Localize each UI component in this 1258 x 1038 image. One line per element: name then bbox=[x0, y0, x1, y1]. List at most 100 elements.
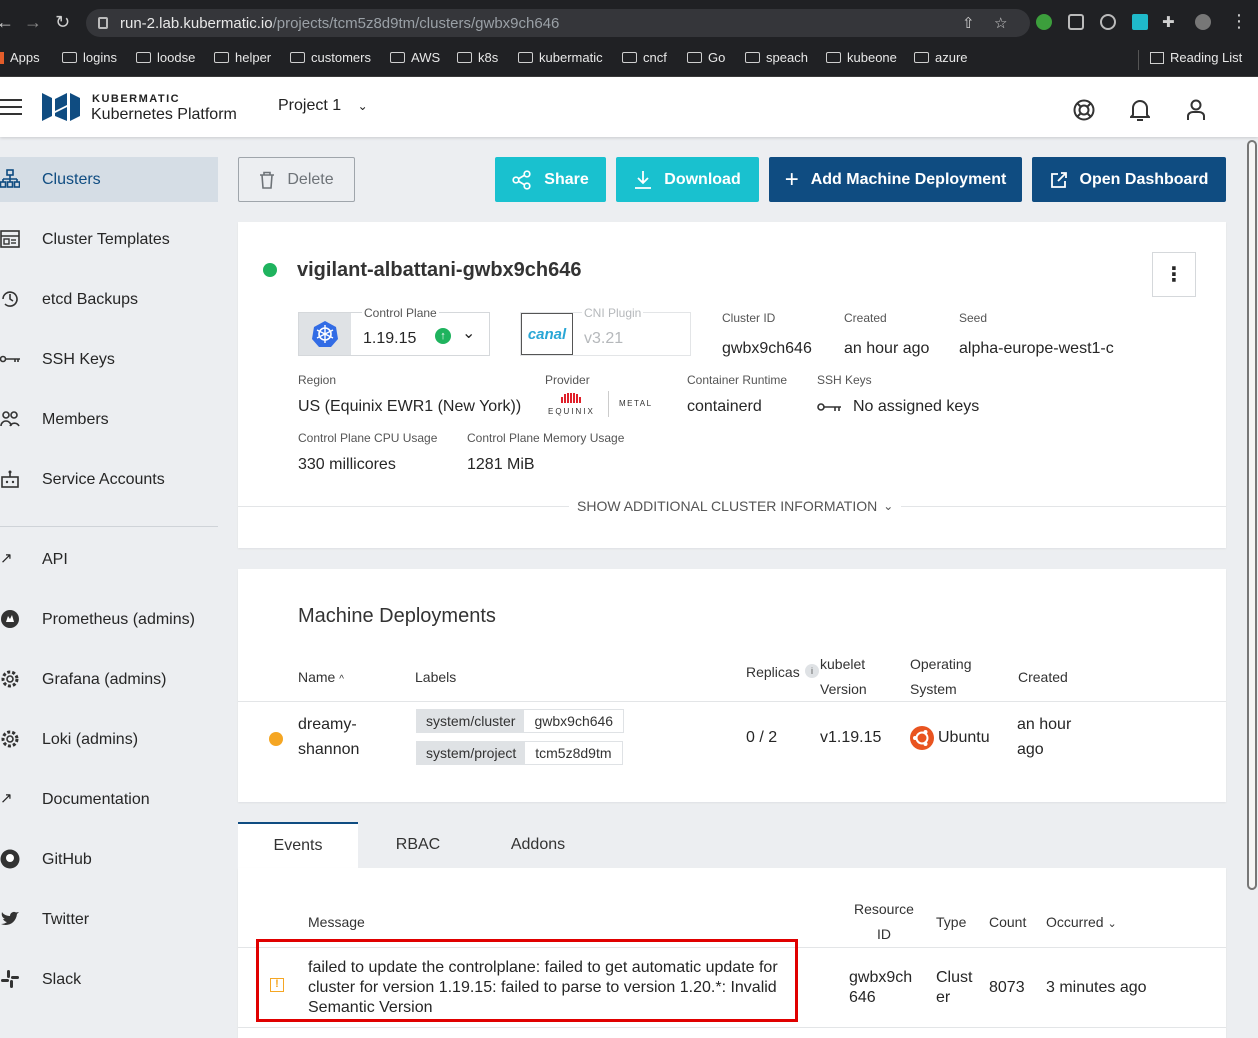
sidebar-item-cluster-templates[interactable]: Cluster Templates bbox=[0, 217, 218, 262]
url-path: /projects/tcm5z8d9tm/clusters/gwbx9ch646 bbox=[272, 14, 560, 32]
reading-list[interactable]: Reading List bbox=[1150, 50, 1242, 65]
sidebar-item-etcd-backups[interactable]: etcd Backups bbox=[0, 277, 218, 322]
power-extension-icon[interactable] bbox=[1100, 14, 1116, 30]
add-machine-deployment-button[interactable]: + Add Machine Deployment bbox=[769, 157, 1022, 202]
bookmark-star-icon[interactable]: ☆ bbox=[994, 14, 1007, 32]
label-chip: system/cluster gwbx9ch646 bbox=[416, 709, 625, 733]
bell-icon[interactable] bbox=[1130, 99, 1150, 121]
browser-toolbar: ← → ↻ run-2.lab.kubermatic.io/projects/t… bbox=[0, 0, 1258, 44]
save-extension-icon[interactable] bbox=[1132, 14, 1148, 30]
column-header-created: Created bbox=[1018, 669, 1068, 685]
bookmark-label: azure bbox=[935, 50, 968, 65]
bookmark-folder[interactable]: speach bbox=[745, 50, 808, 65]
extension-icon[interactable] bbox=[1036, 14, 1052, 30]
sidebar-label: GitHub bbox=[42, 850, 92, 868]
puzzle-icon[interactable]: ✚ bbox=[1162, 13, 1175, 31]
bookmark-apps[interactable]: Apps bbox=[0, 50, 40, 65]
sidebar-label: Members bbox=[42, 410, 109, 428]
project-selector[interactable]: Project 1 ⌄ bbox=[278, 97, 368, 115]
sidebar-link-documentation[interactable]: ↗ Documentation bbox=[0, 777, 218, 822]
kubernetes-logo-icon bbox=[299, 313, 351, 355]
kubermatic-logo-icon bbox=[42, 93, 80, 121]
brand-top: KUBERMATIC bbox=[92, 93, 181, 105]
scrollbar-thumb[interactable] bbox=[1247, 140, 1257, 890]
sidebar-link-slack[interactable]: Slack bbox=[0, 957, 218, 1002]
user-icon[interactable] bbox=[1186, 99, 1206, 121]
bookmark-folder[interactable]: azure bbox=[914, 50, 968, 65]
folder-icon bbox=[826, 52, 841, 63]
bookmark-folder[interactable]: cncf bbox=[622, 50, 667, 65]
created-label: Created bbox=[844, 311, 887, 325]
sidebar-item-members[interactable]: Members bbox=[0, 397, 218, 442]
sidebar-link-prometheus[interactable]: Prometheus (admins) bbox=[0, 597, 218, 642]
tab-events[interactable]: Events bbox=[238, 822, 358, 868]
column-header-occurred[interactable]: Occurred ⌄ bbox=[1046, 914, 1117, 930]
column-header-type: Type bbox=[936, 914, 967, 930]
bookmark-folder[interactable]: Go bbox=[687, 50, 725, 65]
sidebar-item-clusters[interactable]: Clusters bbox=[0, 157, 218, 202]
sort-ascending-icon: ^ bbox=[339, 674, 344, 685]
info-icon[interactable]: i bbox=[805, 664, 819, 678]
bookmark-folder[interactable]: logins bbox=[62, 50, 117, 65]
delete-button[interactable]: Delete bbox=[238, 157, 355, 202]
slack-icon bbox=[1, 970, 19, 988]
address-bar[interactable]: run-2.lab.kubermatic.io/projects/tcm5z8d… bbox=[86, 9, 1030, 37]
tab-rbac[interactable]: RBAC bbox=[358, 822, 478, 868]
bookmark-folder[interactable]: customers bbox=[290, 50, 371, 65]
help-lifebuoy-icon[interactable] bbox=[1073, 99, 1095, 121]
more-vert-icon: ⋮ bbox=[1164, 264, 1184, 286]
sidebar-label: Prometheus (admins) bbox=[42, 610, 195, 628]
forward-icon[interactable]: → bbox=[24, 12, 42, 33]
back-icon[interactable]: ← bbox=[0, 12, 14, 33]
bookmark-folder[interactable]: helper bbox=[214, 50, 271, 65]
share-page-icon[interactable]: ⇧ bbox=[962, 14, 975, 32]
bookmark-folder[interactable]: loodse bbox=[136, 50, 195, 65]
md-status-dot bbox=[269, 732, 283, 746]
event-type-line2: er bbox=[936, 989, 951, 1006]
menu-icon[interactable] bbox=[0, 99, 22, 120]
column-header-label: Name bbox=[298, 669, 336, 685]
show-additional-info-toggle[interactable]: SHOW ADDITIONAL CLUSTER INFORMATION ⌄ bbox=[569, 498, 902, 514]
sidebar-link-loki[interactable]: Loki (admins) bbox=[0, 717, 218, 762]
avatar[interactable] bbox=[1195, 14, 1211, 30]
event-occurred: 3 minutes ago bbox=[1046, 979, 1147, 996]
sidebar-link-api[interactable]: ↗ API bbox=[0, 537, 218, 582]
column-header-name[interactable]: Name ^ bbox=[298, 669, 344, 685]
sidebar-link-grafana[interactable]: Grafana (admins) bbox=[0, 657, 218, 702]
folder-icon bbox=[518, 52, 533, 63]
created-value: an hour ago bbox=[844, 340, 930, 357]
cni-version: v3.21 bbox=[584, 330, 624, 347]
bookmark-label: cncf bbox=[643, 50, 667, 65]
reload-icon[interactable]: ↻ bbox=[55, 12, 70, 33]
tab-label: Events bbox=[273, 837, 323, 854]
sidebar-item-ssh-keys[interactable]: SSH Keys bbox=[0, 337, 218, 382]
download-button[interactable]: Download bbox=[616, 157, 759, 202]
sidebar-link-github[interactable]: GitHub bbox=[0, 837, 218, 882]
bookmark-folder[interactable]: k8s bbox=[457, 50, 498, 65]
share-button[interactable]: Share bbox=[495, 157, 606, 202]
backup-history-icon bbox=[2, 291, 18, 307]
equinix-wordmark: EQUINIX bbox=[548, 407, 595, 416]
extension-shield-icon[interactable] bbox=[1068, 14, 1084, 30]
sidebar-label: etcd Backups bbox=[42, 290, 139, 308]
sidebar-item-service-accounts[interactable]: Service Accounts bbox=[0, 457, 218, 502]
open-dashboard-button[interactable]: Open Dashboard bbox=[1032, 157, 1226, 202]
folder-icon bbox=[214, 52, 229, 63]
tab-addons[interactable]: Addons bbox=[478, 822, 598, 868]
canal-logo-icon: canal bbox=[521, 313, 573, 355]
open-dashboard-label: Open Dashboard bbox=[1079, 170, 1209, 188]
chevron-down-icon: ⌄ bbox=[883, 499, 894, 513]
seed-label: Seed bbox=[959, 311, 988, 325]
menu-dots-icon[interactable]: ⋮ bbox=[1230, 11, 1248, 32]
table-row[interactable]: dreamy- shannon system/cluster gwbx9ch646… bbox=[238, 702, 1226, 802]
md-created-line2: ago bbox=[1017, 741, 1044, 758]
sidebar: Clusters Cluster Templates etcd Backups … bbox=[0, 137, 230, 1038]
sidebar-link-twitter[interactable]: Twitter bbox=[0, 897, 218, 942]
cni-plugin-label: CNI Plugin bbox=[582, 306, 644, 320]
bookmark-folder[interactable]: kubermatic bbox=[518, 50, 603, 65]
bookmark-folder[interactable]: AWS bbox=[390, 50, 440, 65]
bookmark-folder[interactable]: kubeone bbox=[826, 50, 897, 65]
cluster-more-menu[interactable]: ⋮ bbox=[1152, 252, 1196, 297]
bookmarks-bar: Apps logins loodse helper customers AWS … bbox=[0, 44, 1258, 77]
folder-icon bbox=[914, 52, 929, 63]
